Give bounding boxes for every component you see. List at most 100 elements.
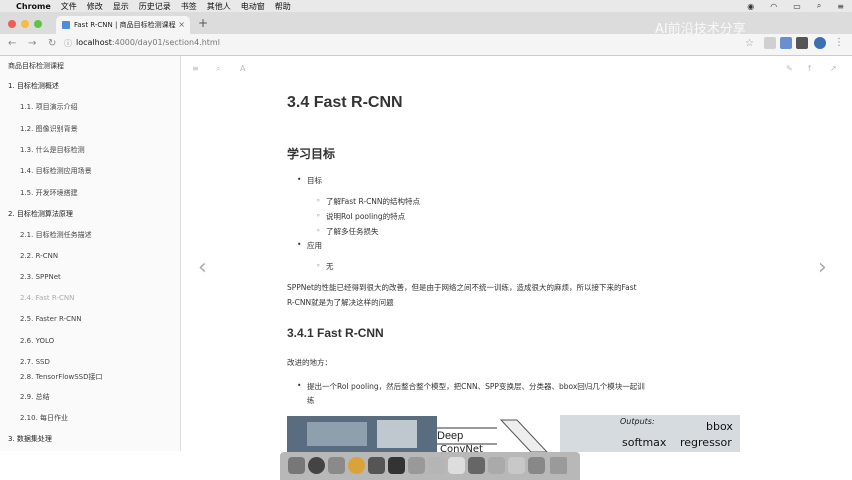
chrome-icon[interactable] — [348, 457, 365, 474]
address-bar[interactable]: localhost:4000/day01/section4.html — [76, 38, 220, 47]
app-icon[interactable] — [368, 457, 385, 474]
menu-help[interactable]: 帮助 — [275, 1, 291, 12]
text-editor-icon[interactable] — [448, 457, 465, 474]
figure-label-outputs: Outputs: — [620, 417, 655, 426]
page-title: 3.4 Fast R-CNN — [287, 94, 403, 111]
sidebar-item-ssd[interactable]: 2.7. SSD — [20, 358, 50, 366]
extension-icon[interactable] — [796, 37, 808, 49]
facebook-icon[interactable]: f — [808, 64, 811, 73]
figure-photo-region — [307, 422, 367, 446]
launchpad-icon[interactable] — [308, 457, 325, 474]
section-heading-goals: 学习目标 — [287, 147, 336, 161]
sidebar-item-demo[interactable]: 1.1. 项目演示介绍 — [20, 102, 78, 112]
goal-label: 目标 — [297, 175, 322, 186]
status-icons: ◉ ◠ ▭ ⌕ ≡ — [737, 0, 844, 12]
status-icon[interactable]: ◉ — [747, 2, 754, 11]
application-label: 应用 — [297, 240, 322, 251]
more-menu-icon[interactable]: ⋮ — [834, 37, 844, 48]
safari-icon[interactable] — [328, 457, 345, 474]
menu-history[interactable]: 历史记录 — [139, 1, 171, 12]
figure-label-deep: Deep — [437, 430, 464, 442]
improvement-item-continued: 练 — [307, 396, 315, 405]
close-tab-icon[interactable]: × — [178, 20, 185, 29]
sidebar-item-scenarios[interactable]: 1.4. 目标检测应用场景 — [20, 166, 92, 176]
app-icon[interactable] — [468, 457, 485, 474]
menu-app-name[interactable]: Chrome — [16, 2, 51, 11]
menu-people[interactable]: 其他人 — [207, 1, 231, 12]
info-icon[interactable]: ⓘ — [64, 38, 72, 49]
extension-icon[interactable] — [780, 37, 792, 49]
finder-icon[interactable] — [288, 457, 305, 474]
paragraph-line: SPPNet的性能已经得到很大的改善，但是由于网络之间不统一训练，造成很大的麻烦… — [287, 283, 637, 292]
page-favicon-icon — [62, 21, 70, 29]
minimize-window-button[interactable] — [21, 20, 29, 28]
sidebar-item-sppnet[interactable]: 2.3. SPPNet — [20, 273, 61, 281]
app-icon[interactable] — [388, 457, 405, 474]
search-book-icon[interactable]: ⌕ — [216, 64, 220, 74]
menu-list-icon[interactable]: ≡ — [837, 2, 844, 11]
trash-icon[interactable] — [550, 457, 567, 474]
sidebar-item-overview[interactable]: 1. 目标检测概述 — [8, 81, 59, 91]
sidebar-item-algorithms[interactable]: 2. 目标检测算法原理 — [8, 209, 73, 219]
toggle-sidebar-icon[interactable]: ≡ — [192, 64, 199, 73]
tab-title: Fast R-CNN | 商品目标检测课程 — [74, 21, 176, 29]
macos-dock — [280, 452, 580, 480]
battery-icon[interactable]: ▭ — [793, 2, 801, 11]
app-icon[interactable] — [408, 457, 425, 474]
figure-label-bbox: bbox — [706, 420, 733, 433]
profile-avatar[interactable] — [814, 37, 826, 49]
menu-bar: Chrome 文件 修改 显示 历史记录 书签 其他人 电动窗 帮助 ◉ ◠ ▭… — [0, 0, 852, 12]
menu-window[interactable]: 电动窗 — [241, 1, 265, 12]
reload-icon[interactable]: ↻ — [48, 38, 56, 49]
app-icon[interactable] — [488, 457, 505, 474]
url-host: localhost — [76, 38, 112, 47]
edit-icon[interactable]: ✎ — [786, 64, 793, 73]
sidebar-item-yolo[interactable]: 2.6. YOLO — [20, 337, 54, 345]
extension-icon[interactable] — [764, 37, 776, 49]
sidebar-title[interactable]: 商品目标检测课程 — [8, 61, 64, 71]
goal-item: 了解多任务损失 — [316, 226, 378, 237]
window-controls — [8, 20, 42, 28]
goal-item: 了解Fast R-CNN的结构特点 — [316, 196, 420, 207]
back-icon[interactable]: ← — [8, 38, 16, 49]
menu-bookmarks[interactable]: 书签 — [181, 1, 197, 12]
menu-file[interactable]: 文件 — [61, 1, 77, 12]
architecture-figure-image — [287, 416, 437, 452]
sidebar-item-task-desc[interactable]: 2.1. 目标检测任务描述 — [20, 230, 92, 240]
application-item: 无 — [317, 261, 334, 272]
share-icon[interactable]: ↗ — [830, 64, 837, 73]
zoom-window-button[interactable] — [34, 20, 42, 28]
app-icon[interactable] — [508, 457, 525, 474]
sidebar-item-faster-rcnn[interactable]: 2.5. Faster R-CNN — [20, 315, 82, 323]
next-page-icon[interactable]: › — [818, 255, 827, 280]
app-icon[interactable] — [528, 457, 545, 474]
menu-view[interactable]: 显示 — [113, 1, 129, 12]
sidebar-item-fast-rcnn[interactable]: 2.4. Fast R-CNN — [20, 294, 74, 302]
previous-page-icon[interactable]: ‹ — [198, 255, 207, 280]
bookmark-star-icon[interactable]: ☆ — [745, 38, 754, 49]
app-icon[interactable] — [428, 457, 445, 474]
sidebar-item-summary[interactable]: 2.9. 总结 — [20, 392, 50, 402]
figure-label-regressor: regressor — [680, 436, 732, 449]
menu-edit[interactable]: 修改 — [87, 1, 103, 12]
font-settings-icon[interactable]: A — [240, 64, 245, 73]
close-window-button[interactable] — [8, 20, 16, 28]
url-path: :4000/day01/section4.html — [111, 38, 220, 47]
sidebar-item-homework[interactable]: 2.10. 每日作业 — [20, 413, 68, 423]
search-icon[interactable]: ⌕ — [817, 1, 821, 11]
new-tab-button[interactable]: + — [198, 16, 208, 30]
forward-icon[interactable]: → — [28, 38, 36, 49]
figure-label-softmax: softmax — [622, 436, 667, 449]
sidebar-item-what-is[interactable]: 1.3. 什么是目标检测 — [20, 145, 85, 155]
subsection-heading: 3.4.1 Fast R-CNN — [287, 326, 384, 340]
browser-tab[interactable]: Fast R-CNN | 商品目标检测课程 × — [56, 16, 190, 34]
wifi-icon[interactable]: ◠ — [770, 2, 777, 11]
sidebar-item-rcnn[interactable]: 2.2. R-CNN — [20, 252, 58, 260]
sidebar-item-tf-ssd[interactable]: 2.8. TensorFlowSSD接口 — [20, 372, 102, 382]
sidebar-item-dataset[interactable]: 3. 数据集处理 — [8, 434, 52, 444]
sidebar-item-env-setup[interactable]: 1.5. 开发环境搭建 — [20, 188, 78, 198]
goal-item: 说明RoI pooling的特点 — [316, 211, 405, 222]
paragraph-line: R-CNN就是为了解决这样的问题 — [287, 298, 394, 307]
improvement-label: 改进的地方： — [287, 358, 332, 367]
sidebar-item-background[interactable]: 1.2. 图像识别背景 — [20, 124, 78, 134]
